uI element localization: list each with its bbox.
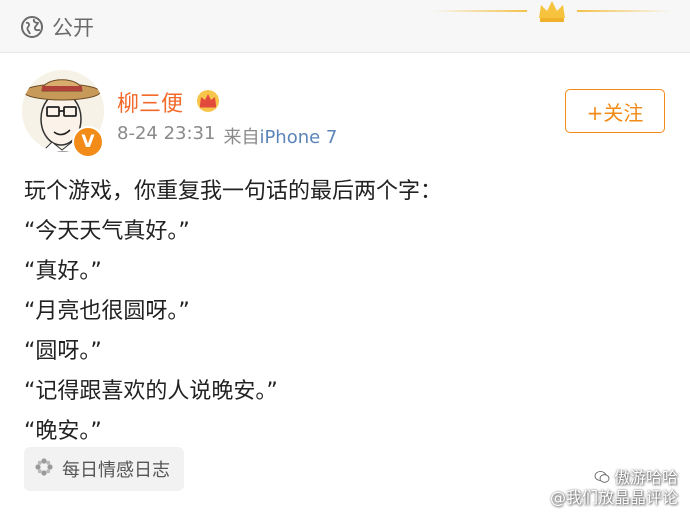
topic-tag-label: 每日情感日志 bbox=[62, 460, 170, 481]
vip-decoration bbox=[432, 0, 672, 26]
decor-line-left bbox=[432, 10, 527, 12]
content-line: “月亮也很圆呀。” bbox=[24, 299, 190, 324]
wechat-logo-icon bbox=[594, 469, 610, 485]
watermark-text-2: @我们放晶晶评论 bbox=[549, 488, 678, 507]
content-line: “今天天气真好。” bbox=[24, 219, 190, 244]
post-content: 玩个游戏，你重复我一句话的最后两个字： “今天天气真好。” “真好。” “月亮也… bbox=[24, 172, 664, 452]
content-line: 玩个游戏，你重复我一句话的最后两个字： bbox=[24, 179, 443, 204]
globe-icon bbox=[20, 15, 44, 39]
post-source-prefix: 来自 bbox=[223, 127, 260, 148]
watermark: 傲游哈哈 @我们放晶晶评论 bbox=[550, 468, 678, 508]
post-meta: 8-24 23:31 来自iPhone 7 bbox=[117, 123, 337, 149]
visibility-label: 公开 bbox=[52, 16, 94, 40]
follow-button[interactable]: +关注 bbox=[565, 89, 665, 133]
post-source-device[interactable]: iPhone 7 bbox=[259, 127, 337, 148]
visibility-indicator: 公开 bbox=[20, 12, 94, 42]
content-line: “晚安。” bbox=[24, 419, 102, 444]
post-visibility-bar: 公开 bbox=[0, 0, 690, 53]
verified-badge: V bbox=[72, 126, 104, 158]
crown-badge-icon[interactable] bbox=[194, 89, 222, 117]
topic-tag[interactable]: 每日情感日志 bbox=[24, 447, 184, 491]
post-source: 来自iPhone 7 bbox=[223, 123, 337, 149]
content-line: “真好。” bbox=[24, 259, 102, 284]
post-timestamp: 8-24 23:31 bbox=[117, 123, 216, 144]
content-line: “圆呀。” bbox=[24, 339, 102, 364]
pinwheel-icon bbox=[34, 457, 54, 482]
crown-icon bbox=[536, 0, 568, 28]
decor-line-right bbox=[577, 10, 672, 12]
author-name[interactable]: 柳三便 bbox=[117, 86, 183, 118]
watermark-text-1: 傲游哈哈 bbox=[613, 468, 678, 487]
content-line: “记得跟喜欢的人说晚安。” bbox=[24, 379, 278, 404]
watermark-line-1: 傲游哈哈 bbox=[550, 468, 678, 488]
